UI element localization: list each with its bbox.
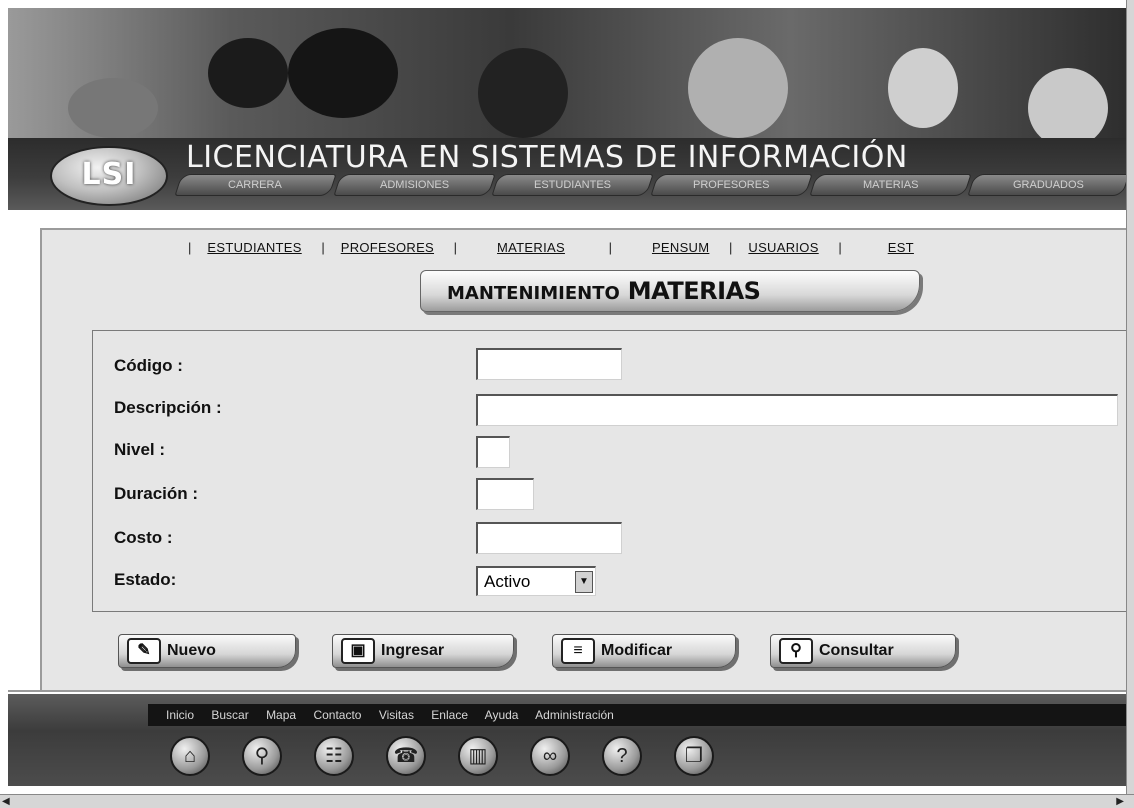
horizontal-scrollbar[interactable]: ◀ ▶ <box>0 794 1134 808</box>
vertical-scrollbar[interactable] <box>1126 0 1134 808</box>
links-icon[interactable]: ∞ <box>530 736 570 776</box>
nivel-input[interactable] <box>476 436 510 468</box>
subnav-pensum[interactable]: PENSUM <box>652 240 709 255</box>
nivel-label: Nivel : <box>114 440 166 459</box>
duracion-label: Duración : <box>114 484 199 503</box>
footer-divider <box>8 690 1126 692</box>
estado-label: Estado: <box>114 570 177 589</box>
nuevo-button-label: Nuevo <box>167 642 216 659</box>
top-tabs: CARRERA ADMISIONES ESTUDIANTES PROFESORE… <box>174 174 1130 198</box>
page-title-main: MATERIAS <box>627 277 761 305</box>
descripcion-label: Descripción : <box>114 398 222 417</box>
footer-links: Inicio Buscar Mapa Contacto Visitas Enla… <box>148 704 1126 726</box>
tab-profesores[interactable]: PROFESORES <box>650 174 813 196</box>
descripcion-input[interactable] <box>476 394 1118 426</box>
save-icon: ▣ <box>341 638 375 664</box>
subnav-profesores[interactable]: PROFESORES <box>341 240 434 255</box>
consultar-button-label: Consultar <box>819 642 894 659</box>
footer-bar: Inicio Buscar Mapa Contacto Visitas Enla… <box>8 694 1126 786</box>
footer-link-contacto[interactable]: Contacto <box>313 708 361 722</box>
footer-link-ayuda[interactable]: Ayuda <box>485 708 519 722</box>
help-icon[interactable]: ? <box>602 736 642 776</box>
site-title: LICENCIATURA EN SISTEMAS DE INFORMACIÓN <box>186 140 908 175</box>
tab-carrera[interactable]: CARRERA <box>174 174 337 196</box>
tab-admisiones[interactable]: ADMISIONES <box>333 174 495 196</box>
lsi-logo: LSI <box>50 146 168 206</box>
sub-navigation: | ESTUDIANTES | PROFESORES | MATERIAS | PENS… <box>188 240 914 255</box>
footer-link-administracion[interactable]: Administración <box>535 708 614 722</box>
subnav-est[interactable]: EST <box>888 240 914 255</box>
edit-document-icon: ≡ <box>561 638 595 664</box>
costo-input[interactable] <box>476 522 622 554</box>
ingresar-button-label: Ingresar <box>381 642 445 659</box>
costo-label: Costo : <box>114 528 173 547</box>
home-icon[interactable]: ⌂ <box>170 736 210 776</box>
admin-icon[interactable]: ❐ <box>674 736 714 776</box>
ingresar-button[interactable]: ▣ Ingresar <box>332 634 514 668</box>
footer-link-inicio[interactable]: Inicio <box>166 708 194 722</box>
header-banner-photo <box>8 8 1126 138</box>
chevron-down-icon[interactable]: ▼ <box>575 571 593 593</box>
estado-selected-value: Activo <box>484 572 531 591</box>
codigo-label: Código : <box>114 356 183 375</box>
phone-icon[interactable]: ☎ <box>386 736 426 776</box>
tab-estudiantes[interactable]: ESTUDIANTES <box>491 174 654 196</box>
subnav-estudiantes[interactable]: ESTUDIANTES <box>207 240 301 255</box>
subnav-usuarios[interactable]: USUARIOS <box>748 240 818 255</box>
tab-materias[interactable]: MATERIAS <box>809 174 971 196</box>
codigo-input[interactable] <box>476 348 622 380</box>
footer-link-buscar[interactable]: Buscar <box>211 708 248 722</box>
consultar-button[interactable]: ⚲ Consultar <box>770 634 956 668</box>
estado-select[interactable]: Activo ▼ <box>476 566 596 596</box>
footer-link-enlace[interactable]: Enlace <box>431 708 468 722</box>
scroll-right-icon[interactable]: ▶ <box>1116 796 1124 807</box>
page-title: MANTENIMIENTO MATERIAS <box>420 270 920 312</box>
subnav-materias[interactable]: MATERIAS <box>497 240 565 255</box>
search-document-icon: ⚲ <box>779 638 813 664</box>
nuevo-button[interactable]: ✎ Nuevo <box>118 634 296 668</box>
scroll-left-icon[interactable]: ◀ <box>2 796 10 807</box>
footer-icons: ⌂ ⚲ ☷ ☎ ▥ ∞ ? ❐ <box>170 736 746 776</box>
book-icon[interactable]: ▥ <box>458 736 498 776</box>
new-document-icon: ✎ <box>127 638 161 664</box>
sitemap-icon[interactable]: ☷ <box>314 736 354 776</box>
search-icon[interactable]: ⚲ <box>242 736 282 776</box>
header-bar: LSI LICENCIATURA EN SISTEMAS DE INFORMAC… <box>8 138 1130 210</box>
footer-link-visitas[interactable]: Visitas <box>379 708 414 722</box>
footer-link-mapa[interactable]: Mapa <box>266 708 296 722</box>
modificar-button-label: Modificar <box>601 642 673 659</box>
duracion-input[interactable] <box>476 478 534 510</box>
tab-graduados[interactable]: GRADUADOS <box>967 174 1130 196</box>
page-title-prefix: MANTENIMIENTO <box>447 283 620 304</box>
modificar-button[interactable]: ≡ Modificar <box>552 634 736 668</box>
